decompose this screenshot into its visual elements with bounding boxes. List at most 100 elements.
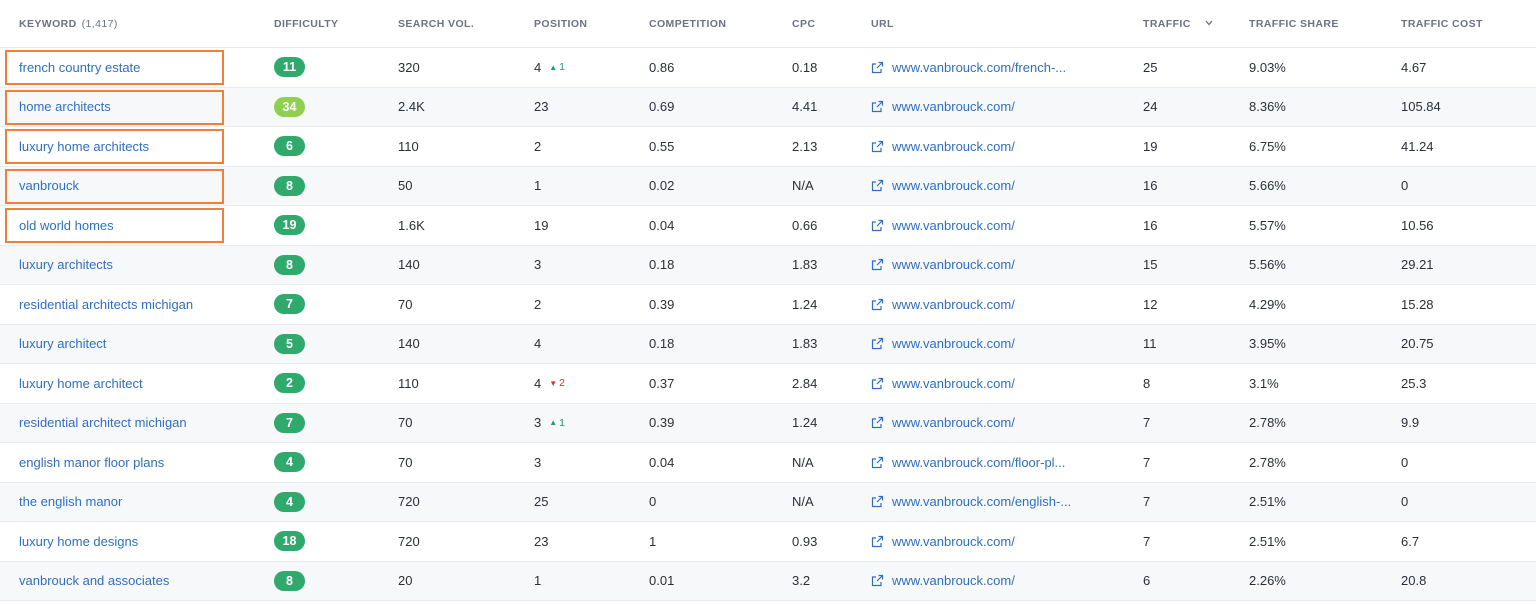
col-header-cpc[interactable]: CPC — [792, 0, 815, 47]
url-text: www.vanbrouck.com/ — [892, 533, 1015, 549]
url-text: www.vanbrouck.com/english-... — [892, 494, 1072, 510]
traffic-cost-cell: 29.21 — [1401, 257, 1434, 273]
competition-cell: 0.39 — [649, 296, 675, 312]
difficulty-cell: 7 — [274, 285, 305, 324]
keyword-link[interactable]: residential architect michigan — [19, 415, 187, 430]
col-header-traffic-share[interactable]: TRAFFIC SHARE — [1249, 0, 1339, 47]
keywords-table: KEYWORD (1,417) DIFFICULTY SEARCH VOL. P… — [0, 0, 1536, 601]
difficulty-cell: 2 — [274, 364, 305, 403]
difficulty-cell: 5 — [274, 325, 305, 364]
triangle-down-icon: ▼ — [549, 378, 558, 388]
url-link[interactable]: www.vanbrouck.com/ — [871, 534, 1015, 549]
url-link[interactable]: www.vanbrouck.com/ — [871, 573, 1015, 588]
cpc-cell: 0.66 — [792, 217, 818, 233]
external-link-icon — [871, 298, 884, 311]
url-link[interactable]: www.vanbrouck.com/ — [871, 218, 1015, 233]
traffic-cell: 11 — [1143, 336, 1157, 352]
sort-desc-chevron-icon[interactable] — [1205, 18, 1213, 29]
cpc-cell: 1.83 — [792, 336, 818, 352]
keyword-link[interactable]: the english manor — [19, 494, 122, 509]
keyword-link[interactable]: residential architects michigan — [19, 297, 193, 312]
cpc-cell: N/A — [792, 494, 814, 510]
table-header: KEYWORD (1,417) DIFFICULTY SEARCH VOL. P… — [0, 0, 1536, 48]
keyword-link[interactable]: french country estate — [19, 60, 140, 75]
search-vol-cell: 70 — [398, 296, 413, 312]
search-vol-cell: 20 — [398, 573, 413, 589]
url-link[interactable]: www.vanbrouck.com/ — [871, 297, 1015, 312]
position-cell: 4 — [534, 325, 541, 364]
col-header-search-vol[interactable]: SEARCH VOL. — [398, 0, 474, 47]
keyword-link[interactable]: luxury home architect — [19, 376, 143, 391]
url-text: www.vanbrouck.com/ — [892, 138, 1015, 154]
cpc-cell: N/A — [792, 178, 814, 194]
col-header-difficulty[interactable]: DIFFICULTY — [274, 0, 338, 47]
external-link-icon — [871, 495, 884, 508]
traffic-cost-cell: 20.8 — [1401, 573, 1427, 589]
difficulty-badge: 4 — [274, 491, 305, 512]
url-cell: www.vanbrouck.com/ — [871, 206, 1015, 245]
traffic-share-cell: 2.78% — [1249, 415, 1286, 431]
traffic-cell: 16 — [1143, 178, 1158, 194]
keyword-link[interactable]: old world homes — [19, 218, 114, 233]
keyword-link[interactable]: vanbrouck and associates — [19, 573, 169, 588]
position-value: 23 — [534, 533, 549, 549]
col-header-traffic-cost[interactable]: TRAFFIC COST — [1401, 0, 1483, 47]
url-link[interactable]: www.vanbrouck.com/english-... — [871, 494, 1071, 509]
keyword-link[interactable]: home architects — [19, 99, 111, 114]
traffic-share-cell: 2.26% — [1249, 573, 1286, 589]
triangle-up-icon: ▲ — [549, 62, 558, 72]
url-link[interactable]: www.vanbrouck.com/ — [871, 415, 1015, 430]
url-link[interactable]: www.vanbrouck.com/ — [871, 376, 1015, 391]
url-link[interactable]: www.vanbrouck.com/ — [871, 139, 1015, 154]
url-link[interactable]: www.vanbrouck.com/ — [871, 99, 1015, 114]
url-link[interactable]: www.vanbrouck.com/french-... — [871, 60, 1066, 75]
url-link[interactable]: www.vanbrouck.com/floor-pl... — [871, 455, 1065, 470]
url-link[interactable]: www.vanbrouck.com/ — [871, 257, 1015, 272]
search-vol-cell: 70 — [398, 415, 413, 431]
url-text: www.vanbrouck.com/ — [892, 296, 1015, 312]
col-header-competition[interactable]: COMPETITION — [649, 0, 726, 47]
keyword-link[interactable]: luxury home designs — [19, 534, 138, 549]
search-vol-cell: 110 — [398, 375, 419, 391]
keyword-cell: english manor floor plans — [19, 443, 164, 482]
col-header-position[interactable]: POSITION — [534, 0, 587, 47]
url-link[interactable]: www.vanbrouck.com/ — [871, 178, 1015, 193]
traffic-cost-cell: 0 — [1401, 494, 1409, 510]
keyword-link[interactable]: luxury home architects — [19, 139, 149, 154]
competition-cell: 0.18 — [649, 257, 675, 273]
difficulty-cell: 18 — [274, 522, 305, 561]
traffic-cell: 16 — [1143, 217, 1158, 233]
keyword-link[interactable]: luxury architects — [19, 257, 113, 272]
difficulty-badge: 4 — [274, 452, 305, 473]
table-row: vanbrouck 8 50 1 0.02 N/A www.vanbrouck.com/16… — [0, 166, 1536, 206]
url-text: www.vanbrouck.com/french-... — [892, 59, 1067, 75]
url-text: www.vanbrouck.com/floor-pl... — [892, 454, 1066, 470]
keyword-link[interactable]: vanbrouck — [19, 178, 79, 193]
keyword-cell: home architects — [19, 88, 111, 127]
col-header-keyword[interactable]: KEYWORD (1,417) — [19, 0, 118, 47]
traffic-share-cell: 3.1% — [1249, 375, 1279, 391]
traffic-cost-cell: 105.84 — [1401, 99, 1441, 115]
url-cell: www.vanbrouck.com/ — [871, 246, 1015, 285]
position-value: 4 — [534, 336, 542, 352]
url-cell: www.vanbrouck.com/floor-pl... — [871, 443, 1065, 482]
col-header-url[interactable]: URL — [871, 0, 894, 47]
difficulty-cell: 6 — [274, 127, 305, 166]
external-link-icon — [871, 61, 884, 74]
traffic-cell: 12 — [1143, 296, 1158, 312]
difficulty-cell: 8 — [274, 562, 305, 601]
search-vol-cell: 70 — [398, 454, 413, 470]
url-link[interactable]: www.vanbrouck.com/ — [871, 336, 1015, 351]
table-row: luxury home architects 6 110 2 0.55 2.13 www.v… — [0, 127, 1536, 167]
difficulty-badge: 8 — [274, 254, 305, 275]
keyword-link[interactable]: luxury architect — [19, 336, 106, 351]
col-header-traffic[interactable]: TRAFFIC — [1143, 0, 1213, 47]
difficulty-badge: 19 — [274, 215, 305, 236]
traffic-share-cell: 5.57% — [1249, 217, 1286, 233]
position-value: 19 — [534, 217, 549, 233]
position-cell: 23 — [534, 88, 548, 127]
table-row: vanbrouck and associates 8 20 1 0.01 3.2 www.v… — [0, 561, 1536, 601]
keyword-link[interactable]: english manor floor plans — [19, 455, 164, 470]
competition-cell: 0.04 — [649, 217, 675, 233]
url-text: www.vanbrouck.com/ — [892, 99, 1015, 115]
